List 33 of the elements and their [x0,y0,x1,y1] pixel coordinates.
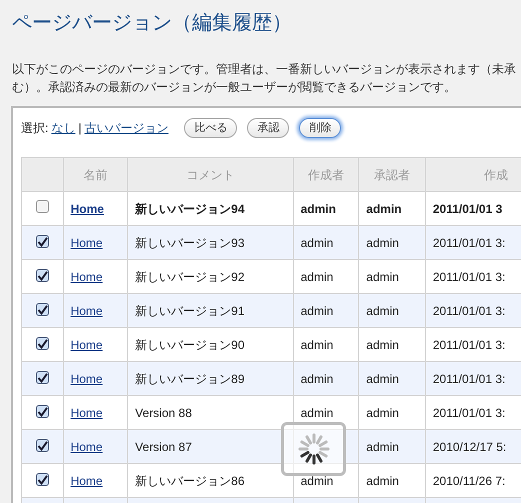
column-header: 名前 [63,158,128,192]
select-none-link[interactable]: なし [51,119,76,137]
description-text: 以下がこのページのバージョンです。管理者は、一番新しいバージョンが表示されます（未承 [12,61,517,78]
column-header: 承認者 [358,158,426,192]
checkbox[interactable] [36,405,49,418]
spinner-icon [296,431,332,467]
checkbox[interactable] [36,337,49,350]
select-label: 選択: [21,120,48,137]
checkmark-icon [36,236,48,246]
toolbar-button[interactable]: 比べる [184,118,238,138]
description-text: む）。承認済みの最新のバージョンが一般ユーザーが閲覧できるバージョンです。 [12,79,457,96]
column-header: 作成者 [293,158,359,192]
select-old-link[interactable]: 古いバージョン [84,119,168,137]
checkbox[interactable] [36,473,49,486]
checkmark-icon [36,406,48,416]
separator-text: | [78,120,82,137]
checkbox[interactable] [36,303,49,316]
toolbar-button[interactable]: 承認 [247,118,290,138]
checkmark-icon [36,338,48,348]
checkbox[interactable] [36,439,49,452]
column-header: 作成 [425,158,521,192]
checkmark-icon [36,372,48,382]
checkbox[interactable] [36,200,49,212]
checkmark-icon [36,474,48,484]
checkbox[interactable] [36,269,49,282]
page-title: ページバージョン（編集履歴） [11,11,293,36]
checkmark-icon [36,270,48,280]
checkbox[interactable] [36,371,49,384]
column-header: コメント [128,158,294,192]
checkmark-icon [36,440,48,450]
checkbox[interactable] [36,235,49,248]
checkmark-icon [36,304,48,314]
toolbar-button[interactable]: 削除 [299,118,342,138]
